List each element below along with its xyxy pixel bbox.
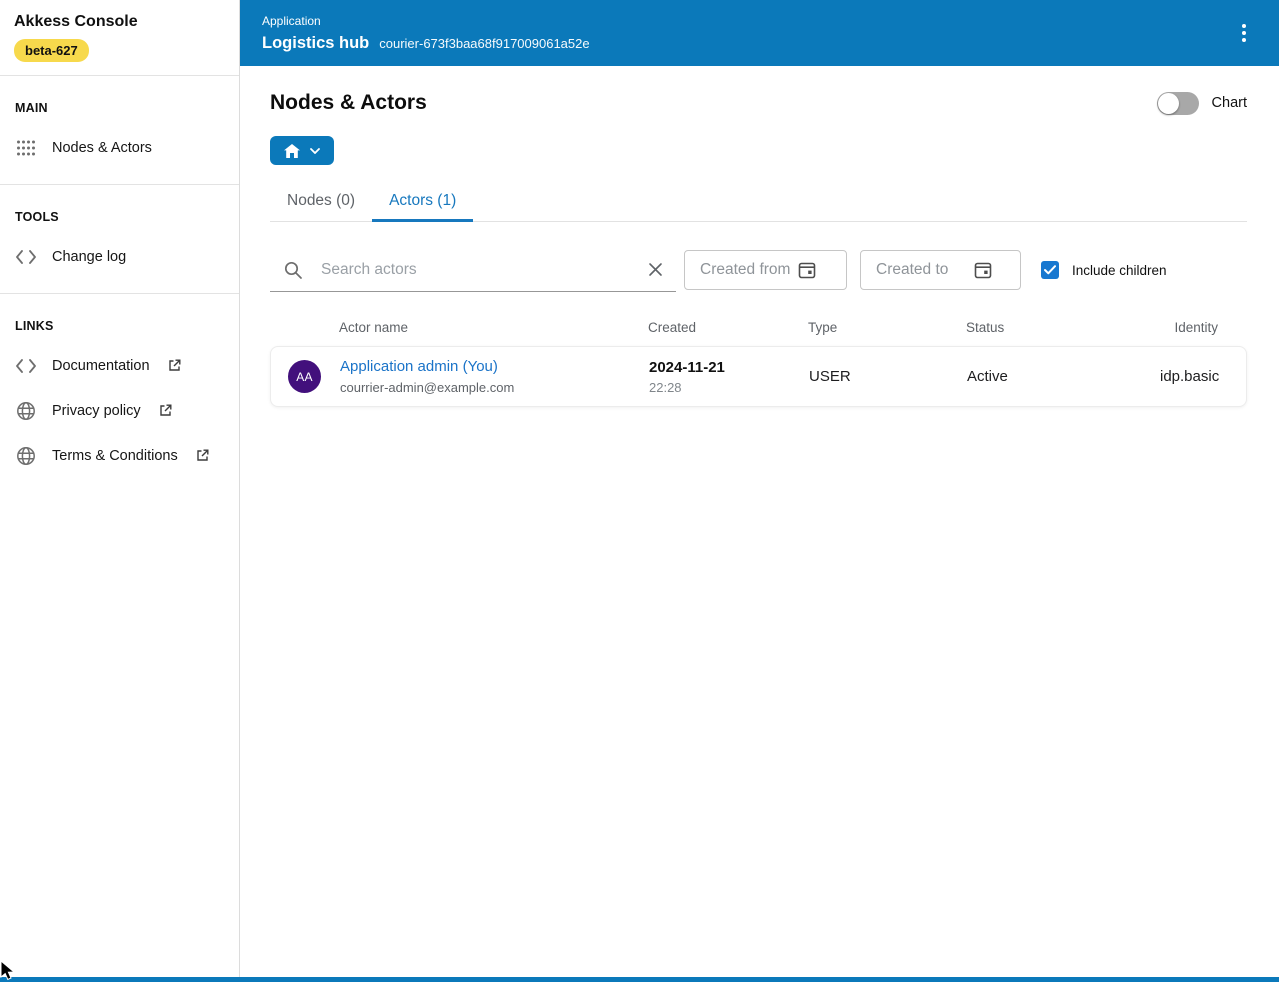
external-link-icon — [159, 404, 172, 417]
sidebar-section-main: MAIN Nodes & Actors — [0, 76, 239, 185]
search-input[interactable] — [319, 259, 642, 280]
checkmark-icon — [1044, 265, 1056, 275]
column-header-type: Type — [808, 319, 838, 335]
sidebar-item-label: Change log — [52, 248, 127, 265]
main-area: Application Logistics hub courier-673f3b… — [240, 0, 1279, 982]
sidebar-item-documentation[interactable]: Documentation — [0, 343, 239, 388]
sidebar-section-links: LINKS Documentation Privacy policy Terms… — [0, 294, 239, 492]
app-title: Akkess Console — [14, 13, 138, 30]
calendar-icon[interactable] — [974, 261, 992, 279]
column-header-status: Status — [966, 319, 1005, 335]
tab-actors[interactable]: Actors (1) — [372, 181, 474, 222]
search-icon — [284, 261, 302, 279]
tab-nodes[interactable]: Nodes (0) — [270, 181, 372, 221]
sidebar-section-tools: TOOLS Change log — [0, 185, 239, 294]
actor-type: USER — [809, 368, 851, 385]
created-time: 22:28 — [649, 379, 682, 395]
chart-toggle-knob — [1157, 92, 1179, 114]
table-row: AA Application admin (You) courrier-admi… — [270, 346, 1247, 407]
clear-search-icon[interactable] — [648, 262, 663, 277]
external-link-icon — [196, 449, 209, 462]
created-from-field — [684, 250, 847, 290]
actor-email: courrier-admin@example.com — [340, 380, 515, 395]
table-header-row: Actor name Created Type Status Identity — [270, 311, 1247, 343]
avatar: AA — [288, 360, 321, 393]
include-children-control: Include children — [1041, 261, 1167, 279]
sidebar-item-terms-conditions[interactable]: Terms & Conditions — [0, 433, 239, 478]
column-header-identity: Identity — [1174, 319, 1218, 335]
sidebar: Akkess Console beta-627 MAIN Nodes & Act… — [0, 0, 240, 982]
application-name: Logistics hub — [262, 33, 370, 52]
created-to-input[interactable] — [874, 260, 970, 280]
sidebar-section-label: TOOLS — [15, 210, 59, 224]
sidebar-item-label: Terms & Conditions — [52, 447, 178, 464]
header-kicker: Application — [262, 13, 321, 28]
sidebar-item-privacy-policy[interactable]: Privacy policy — [0, 388, 239, 433]
grid-icon — [15, 137, 36, 158]
calendar-icon[interactable] — [798, 261, 816, 279]
actor-status: Active — [967, 368, 1008, 385]
actor-name-link[interactable]: Application admin (You) — [340, 358, 498, 375]
chevron-down-icon — [310, 147, 320, 154]
chart-toggle-label: Chart — [1211, 95, 1247, 111]
application-header: Application Logistics hub courier-673f3b… — [240, 0, 1279, 66]
bottom-window-edge — [0, 977, 1279, 982]
sidebar-item-nodes-actors[interactable]: Nodes & Actors — [0, 125, 239, 170]
created-date: 2024-11-21 — [649, 358, 725, 376]
chart-toggle[interactable] — [1156, 91, 1199, 115]
sidebar-section-label: LINKS — [15, 319, 54, 333]
include-children-checkbox[interactable] — [1041, 261, 1059, 279]
filter-bar: Include children — [270, 248, 1247, 292]
mouse-cursor — [0, 959, 17, 987]
sidebar-section-label: MAIN — [15, 101, 48, 115]
page-title: Nodes & Actors — [270, 91, 427, 114]
page-content: Nodes & Actors Chart Nodes (0) Actors (1… — [240, 66, 1279, 982]
sidebar-item-label: Documentation — [52, 357, 150, 374]
globe-icon — [15, 445, 36, 466]
column-header-created: Created — [648, 319, 697, 335]
search-field — [270, 248, 676, 292]
sidebar-item-label: Privacy policy — [52, 402, 141, 419]
sidebar-item-label: Nodes & Actors — [52, 139, 152, 156]
root-node-dropdown-button[interactable] — [270, 136, 334, 165]
sidebar-header: Akkess Console beta-627 — [0, 0, 239, 76]
sidebar-item-change-log[interactable]: Change log — [0, 234, 239, 279]
created-to-field — [860, 250, 1021, 290]
created-from-input[interactable] — [698, 260, 794, 280]
tab-bar: Nodes (0) Actors (1) — [270, 181, 1247, 222]
application-id: courier-673f3baa68f917009061a52e — [379, 35, 590, 51]
external-link-icon — [168, 359, 181, 372]
code-icon — [15, 246, 36, 267]
kebab-menu-button[interactable] — [1225, 14, 1263, 52]
home-icon — [284, 143, 300, 158]
include-children-label: Include children — [1072, 262, 1167, 278]
actor-identity: idp.basic — [1160, 368, 1220, 385]
version-badge: beta-627 — [14, 39, 89, 62]
code-icon — [15, 355, 36, 376]
header-text: Application Logistics hub courier-673f3b… — [262, 14, 1225, 53]
column-header-actor-name: Actor name — [339, 319, 409, 335]
globe-icon — [15, 400, 36, 421]
